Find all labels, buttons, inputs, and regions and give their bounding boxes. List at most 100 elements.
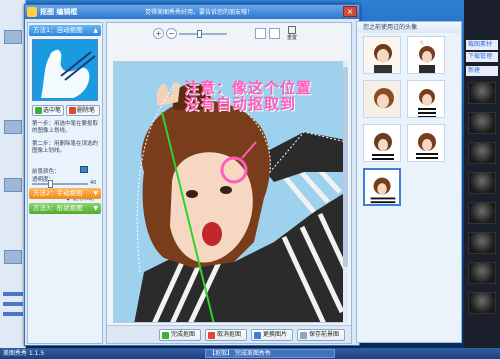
chevron-up-icon: ▲ (93, 27, 98, 34)
title-bar[interactable]: 抠图 编辑框 觉得美图秀秀好用，要告诉您的朋友哦！ × (25, 5, 359, 19)
opacity-slider[interactable] (32, 180, 88, 188)
mode-auto-label: 方法1：自动抠图 (33, 26, 83, 34)
annotation-note: 注意：像这个位置 没有自动抠取到 (184, 80, 312, 112)
right-link-2[interactable]: 下载管理 (466, 52, 498, 62)
chevron-down-icon: ▼ (93, 190, 98, 197)
vertical-scrollbar[interactable] (343, 61, 348, 323)
delete-pen-button[interactable]: 删除笔 (66, 105, 100, 116)
bg-link[interactable] (3, 312, 23, 316)
right-thumbnail[interactable] (468, 202, 496, 224)
preview-figure (41, 49, 96, 98)
delete-pen-label: 删除笔 (77, 107, 96, 114)
right-link-1[interactable]: 截图素材 (466, 40, 498, 50)
history-thumbnail[interactable] (363, 36, 401, 74)
history-thumbnail[interactable] (363, 80, 401, 118)
cancel-icon (208, 332, 215, 339)
cutout-dialog: 抠图 编辑框 觉得美图秀秀好用，要告诉您的朋友哦！ × 方法1：自动抠图 ▲ 选… (24, 4, 360, 346)
eraser-icon (69, 107, 76, 114)
complete-label: 完成抠图 (171, 331, 196, 338)
complete-cutout-button[interactable]: 完成抠图 (159, 329, 201, 341)
right-link-3[interactable]: 新建 (466, 66, 498, 76)
history-thumbnail[interactable] (363, 124, 401, 162)
right-thumbnail[interactable] (468, 142, 496, 164)
thumbnail-image (365, 170, 399, 204)
scrollbar-thumb[interactable] (343, 67, 348, 267)
history-thumbnail[interactable] (407, 124, 445, 162)
replace-label: 更换图片 (263, 331, 288, 338)
photo-canvas[interactable]: 注意：像这个位置 没有自动抠取到 (113, 61, 345, 323)
bg-link[interactable] (3, 302, 23, 306)
history-thumbnail-selected[interactable] (363, 168, 401, 206)
right-thumbnail[interactable] (468, 172, 496, 194)
select-pen-label: 选中笔 (43, 107, 62, 114)
bg-avatar-slot (4, 30, 22, 44)
thumbnail-image (408, 37, 444, 73)
note-line-1: 注意：像这个位置 (184, 79, 313, 97)
reset-icon (288, 26, 296, 34)
background-right-window: 截图素材 下载管理 新建 (464, 0, 500, 348)
thumbnail-image (408, 125, 444, 161)
right-thumbnail[interactable] (468, 262, 496, 284)
mode-manual-label: 方法2：手动抠图 (33, 189, 83, 197)
image-icon (254, 332, 261, 339)
chevron-down-icon: ▼ (93, 205, 98, 212)
zoom-slider[interactable] (179, 30, 227, 38)
taskbar-active-task[interactable]: 【抠取】 完成美图秀秀 (205, 349, 335, 358)
thumbnail-image (364, 37, 400, 73)
bg-avatar-slot (4, 120, 22, 134)
taskbar-start-label[interactable]: 美图秀秀 1.1.5 (3, 348, 44, 359)
check-icon (162, 332, 169, 339)
save-label: 保存前景图 (309, 331, 340, 338)
close-button[interactable]: × (343, 6, 357, 17)
history-thumbnail[interactable] (407, 36, 445, 74)
reset-label: 重置 (286, 35, 297, 41)
app-icon (27, 7, 37, 17)
tool-panel: 方法1：自动抠图 ▲ 选中笔 删除笔 第一步：用选中笔在要抠取的图像上划线。 第… (27, 22, 103, 344)
mode-manual-header[interactable]: 方法2：手动抠图 ▼ (29, 188, 101, 199)
background-left-panel (0, 0, 26, 348)
zoom-in-button[interactable]: + (153, 28, 164, 39)
bg-avatar-slot (4, 178, 22, 192)
right-thumbnail[interactable] (468, 112, 496, 134)
opacity-slider-handle[interactable] (48, 180, 53, 188)
pen-icon (35, 107, 42, 114)
history-title: 您之前使用过的头像 (357, 22, 461, 33)
right-thumbnail[interactable] (468, 82, 496, 104)
title-notice: 觉得美图秀秀好用，要告诉您的朋友哦！ (145, 9, 254, 16)
editor-area: + − 重置 注意：像这个位置 没有自动抠取到 完成抠图 取消抠图 更换图片 保… (106, 22, 352, 344)
select-pen-button[interactable]: 选中笔 (32, 105, 64, 116)
zoom-slider-handle[interactable] (197, 30, 202, 38)
bg-avatar-slot (4, 250, 22, 264)
mode-shape-label: 方法3：形状抠图 (33, 204, 83, 212)
history-panel: 您之前使用过的头像 (356, 21, 462, 343)
cancel-cutout-button[interactable]: 取消抠图 (205, 329, 247, 341)
dialog-title: 抠图 编辑框 (40, 8, 78, 16)
save-foreground-button[interactable]: 保存前景图 (297, 329, 345, 341)
color-swatch[interactable] (80, 166, 88, 173)
bg-link[interactable] (3, 292, 23, 296)
note-line-2: 没有自动抠取到 (184, 95, 297, 113)
replace-image-button[interactable]: 更换图片 (251, 329, 293, 341)
right-thumbnail[interactable] (468, 292, 496, 314)
thumbnail-image (408, 81, 444, 117)
mode-shape-header[interactable]: 方法3：形状抠图 ▼ (29, 203, 101, 214)
zoom-out-button[interactable]: − (166, 28, 177, 39)
actual-size-button[interactable] (269, 28, 280, 39)
save-icon (300, 332, 307, 339)
thumbnail-image (364, 81, 400, 117)
edge-color-row: 前景颜色： (32, 166, 100, 175)
mode-auto-header[interactable]: 方法1：自动抠图 ▲ (29, 25, 101, 36)
opacity-value: 40 (90, 180, 97, 186)
step2-text: 第二步：用删除笔在误选的图像上划线。 (32, 141, 99, 154)
taskbar: 美图秀秀 1.1.5 【抠取】 完成美图秀秀 (0, 348, 500, 359)
mode-preview-image (32, 39, 98, 101)
reset-button[interactable]: 重置 (283, 26, 301, 42)
fit-window-button[interactable] (255, 28, 266, 39)
action-bar: 完成抠图 取消抠图 更换图片 保存前景图 (107, 325, 351, 343)
history-thumbnail[interactable] (407, 80, 445, 118)
thumbnail-image (364, 125, 400, 161)
zoom-toolbar: + − 重置 (107, 23, 351, 45)
cancel-label: 取消抠图 (217, 331, 242, 338)
step1-text: 第一步：用选中笔在要抠取的图像上划线。 (32, 121, 99, 134)
right-thumbnail[interactable] (468, 232, 496, 254)
